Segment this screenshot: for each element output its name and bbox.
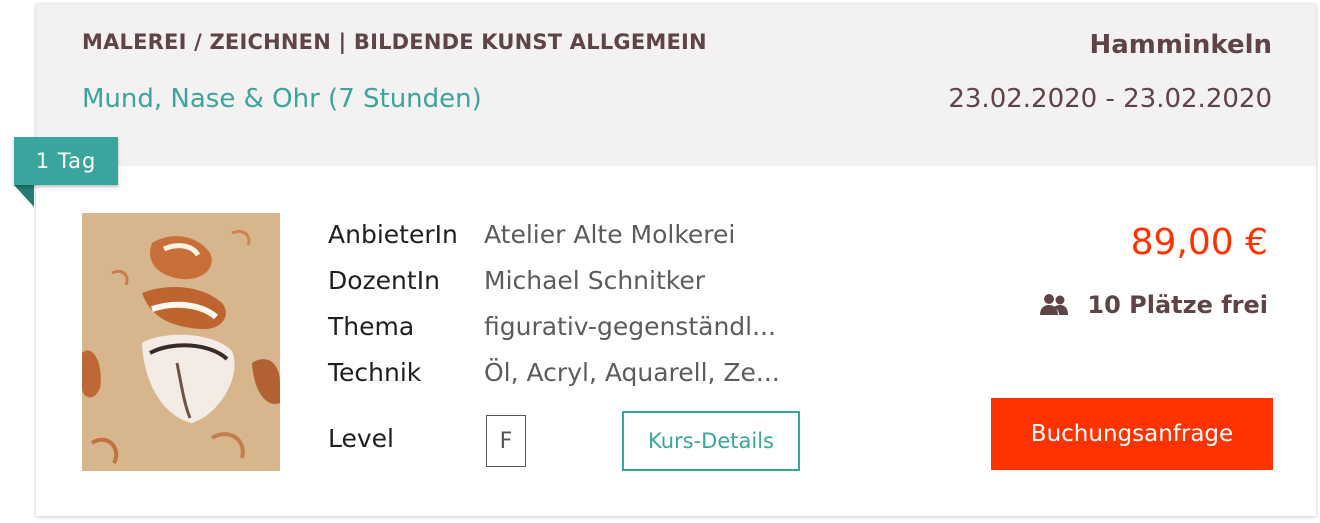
info-label: Technik: [328, 358, 422, 387]
course-price: 89,00 €: [1130, 222, 1268, 263]
seats-available: 10 Plätze frei: [1039, 291, 1268, 319]
info-value: Öl, Acryl, Aquarell, Ze...: [484, 358, 780, 387]
duration-badge: 1 Tag: [14, 137, 118, 185]
course-location: Hamminkeln: [1089, 30, 1272, 60]
level-label: Level: [328, 424, 394, 453]
info-value[interactable]: Michael Schnitker: [484, 266, 705, 295]
seats-text: 10 Plätze frei: [1087, 291, 1268, 319]
course-category: MALEREI / ZEICHNEN | BILDENDE KUNST ALLG…: [82, 30, 707, 54]
ribbon-fold: [14, 185, 34, 207]
info-label: Thema: [328, 312, 415, 341]
level-badge: F: [486, 415, 526, 467]
card-header: MALEREI / ZEICHNEN | BILDENDE KUNST ALLG…: [36, 4, 1316, 166]
booking-request-button[interactable]: Buchungsanfrage: [991, 398, 1273, 470]
course-details-button[interactable]: Kurs-Details: [622, 411, 800, 471]
course-image[interactable]: [82, 213, 280, 471]
course-dates: 23.02.2020 - 23.02.2020: [948, 84, 1272, 114]
info-value[interactable]: Atelier Alte Molkerei: [484, 220, 735, 249]
people-icon: [1039, 293, 1069, 317]
info-value: figurativ-gegenständl...: [484, 312, 776, 341]
info-label: DozentIn: [328, 266, 440, 295]
info-label: AnbieterIn: [328, 220, 458, 249]
course-title[interactable]: Mund, Nase & Ohr (7 Stunden): [82, 84, 482, 114]
